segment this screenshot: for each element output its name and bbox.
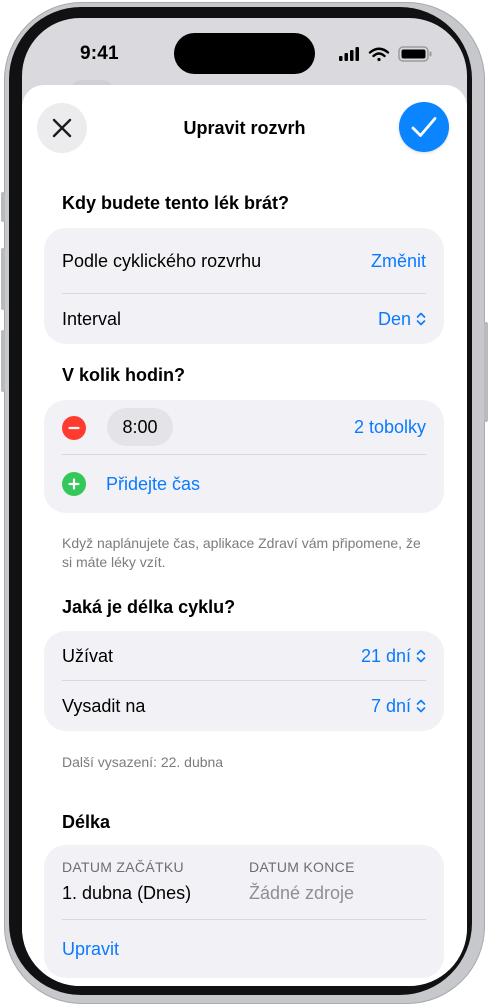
status-icons [339,46,432,62]
schedule-card: Podle cyklického rozvrhu Změnit Interval… [44,228,444,344]
battery-icon [398,46,432,62]
side-button-left [1,248,5,310]
status-bar: 9:41 [22,18,467,88]
edit-row: Upravit [62,920,426,978]
end-date-caption: DATUM KONCE [249,859,355,875]
pause-label: Vysadit na [62,695,146,716]
cycle-footnote: Další vysazení: 22. dubna [62,754,224,770]
cycle-card: Užívat 21 dní Vysadit na 7 dní [44,631,444,731]
status-time: 9:41 [80,43,119,64]
times-footnote: Když naplánujete čas, aplikace Zdraví vá… [62,535,421,570]
duration-card: DATUM ZAČÁTKU 1. dubna (Dnes) DATUM KONC… [44,845,444,978]
pause-picker[interactable]: 7 dní [371,696,426,717]
cyclic-schedule-row: Podle cyklického rozvrhu Změnit [62,228,426,294]
confirm-button[interactable] [399,102,449,152]
start-date-caption: DATUM ZAČÁTKU [62,859,184,875]
wifi-icon [368,47,390,62]
edit-button[interactable]: Upravit [62,939,119,960]
take-row[interactable]: Užívat 21 dní [62,631,426,681]
times-section-title: V kolik hodin? [62,365,186,385]
dynamic-island [174,33,315,74]
take-label: Užívat [62,645,114,666]
take-picker[interactable]: 21 dní [361,646,426,667]
chevron-up-down-icon [416,699,426,713]
end-date-value: Žádné zdroje [249,883,355,903]
time-picker-pill[interactable]: 8:00 [107,408,173,446]
side-button-right [484,322,488,422]
end-date-field[interactable]: DATUM KONCE Žádné zdroje [249,859,429,904]
cycle-section-title: Jaká je délka cyklu? [62,597,236,617]
pause-row[interactable]: Vysadit na 7 dní [62,681,426,731]
times-card: 2 tobolky 8:00 Přidejte čas [44,400,444,513]
plus-icon [68,478,80,490]
remove-time-button[interactable] [62,415,86,440]
edit-schedule-sheet: Upravit rozvrh Kdy budete tento lék brát… [22,85,467,986]
add-time-label: Přidejte čas [106,473,201,494]
duration-section-title: Délka [62,812,111,832]
screen: 9:41 Upravit rozvrh Kdy budete tento lék… [22,18,467,986]
minus-icon [68,426,80,429]
add-time-icon [62,472,86,496]
interval-row[interactable]: Interval Den [62,294,426,344]
pause-value: 7 dní [370,695,411,716]
take-value: 21 dní [360,645,411,666]
cellular-signal-icon [339,47,359,61]
interval-value: Den [377,308,411,329]
side-button-left [1,192,5,222]
schedule-section-title: Kdy budete tento lék brát? [62,193,290,213]
add-time-row[interactable]: Přidejte čas [62,455,426,513]
interval-picker[interactable]: Den [378,309,426,330]
chevron-up-down-icon [416,312,426,326]
interval-label: Interval [62,308,122,329]
cyclic-schedule-label: Podle cyklického rozvrhu [62,250,262,271]
start-date-field[interactable]: DATUM ZAČÁTKU 1. dubna (Dnes) [62,859,242,904]
chevron-up-down-icon [416,649,426,663]
change-button[interactable]: Změnit [371,251,426,272]
start-date-value: 1. dubna (Dnes) [62,883,192,903]
checkmark-icon [411,117,437,137]
dose-amount-button[interactable]: 2 tobolky [354,417,426,438]
side-button-left [1,330,5,392]
